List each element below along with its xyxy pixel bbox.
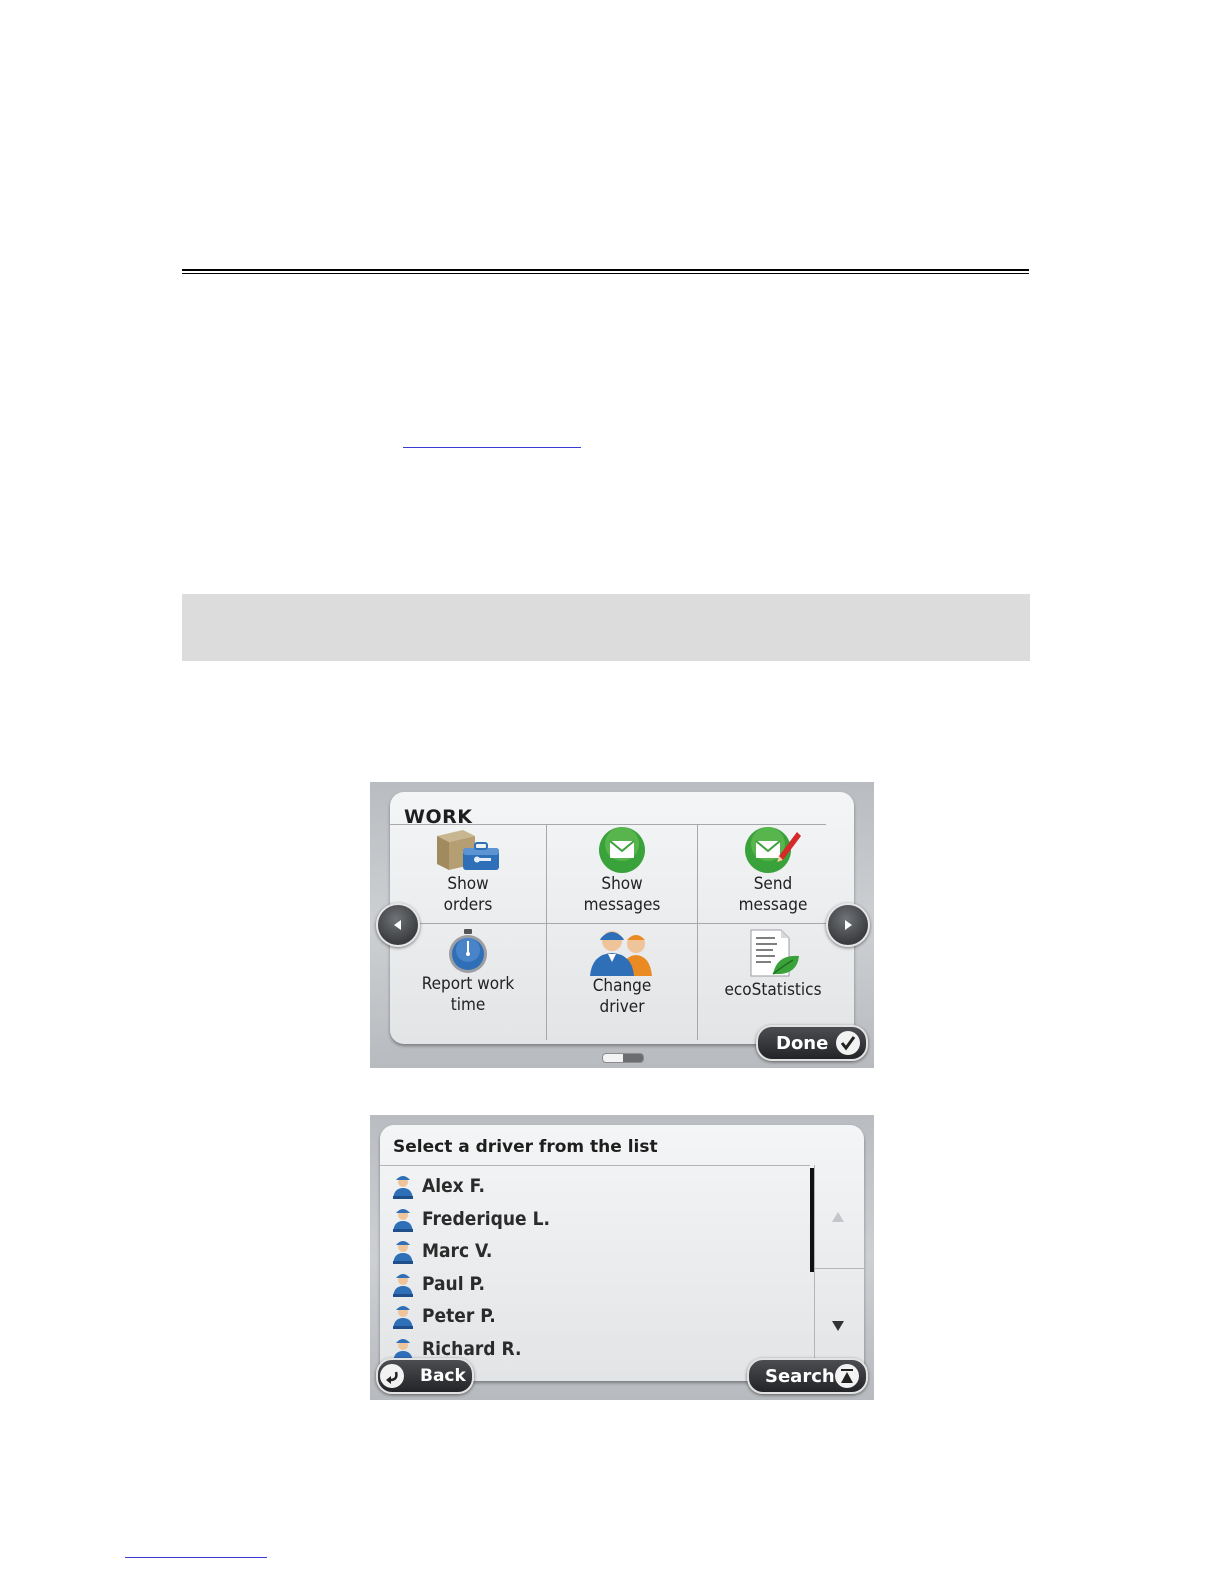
driver-icon: [393, 1274, 413, 1297]
drivers-icon: [590, 931, 652, 976]
tile-show-messages[interactable]: Show messages: [547, 826, 697, 922]
tile-eco-statistics[interactable]: ecoStatistics: [698, 928, 848, 1040]
driver-row[interactable]: Frederique L.: [390, 1204, 550, 1234]
footer-link-underline[interactable]: [125, 1557, 267, 1558]
grid-middle-line: [390, 923, 826, 924]
title-separator: [380, 1165, 810, 1166]
envelope-icon: [599, 827, 645, 873]
scroll-column: [814, 1165, 865, 1381]
tile-label: Show messages: [583, 874, 661, 915]
arrow-right-icon: [845, 920, 852, 930]
search-button[interactable]: Search: [747, 1358, 868, 1394]
tile-report-work-time[interactable]: Report work time: [390, 928, 546, 1040]
next-page-button[interactable]: [826, 903, 870, 947]
driver-list-screenshot: Select a driver from the list Alex F. Fr…: [370, 1115, 874, 1400]
tile-show-orders[interactable]: Show orders: [390, 826, 546, 922]
work-menu-screenshot: WORK Show orders Show messages Send mess…: [370, 782, 874, 1068]
scroll-down-arrow-icon[interactable]: [831, 1320, 845, 1332]
header-rule: [182, 269, 1029, 271]
driver-list-title: Select a driver from the list: [393, 1137, 658, 1157]
driver-name: Peter P.: [422, 1305, 496, 1327]
driver-icon: [393, 1241, 413, 1264]
driver-icon: [393, 1306, 413, 1329]
driver-row[interactable]: Marc V.: [390, 1236, 492, 1266]
driver-row[interactable]: Peter P.: [390, 1301, 496, 1331]
driver-list-panel: Select a driver from the list Alex F. Fr…: [380, 1125, 864, 1381]
scroll-up-arrow-icon[interactable]: [831, 1211, 845, 1223]
previous-page-button[interactable]: [376, 903, 420, 947]
tile-label: Change driver: [592, 976, 652, 1017]
scrollbar-thumb[interactable]: [810, 1168, 814, 1272]
driver-name: Paul P.: [422, 1273, 486, 1295]
back-arrow-icon: [380, 1364, 404, 1388]
driver-icon: [393, 1176, 413, 1199]
driver-name: Richard R.: [422, 1338, 522, 1360]
checkmark-icon: [836, 1031, 860, 1055]
driver-name: Alex F.: [422, 1175, 486, 1197]
scroll-divider: [815, 1268, 864, 1269]
driver-row[interactable]: Paul P.: [390, 1269, 485, 1299]
search-label: Search: [765, 1365, 835, 1387]
done-label: Done: [776, 1032, 829, 1054]
eco-statistics-icon: [750, 929, 799, 977]
work-menu-grid: Show orders Show messages Send message R…: [390, 824, 854, 1044]
driver-name: Frederique L.: [422, 1208, 550, 1230]
done-button[interactable]: Done: [756, 1025, 868, 1061]
tile-change-driver[interactable]: Change driver: [547, 926, 697, 1040]
send-message-icon: [745, 827, 801, 873]
tile-label: Send message: [738, 874, 808, 915]
driver-icon: [393, 1209, 413, 1232]
tile-label: ecoStatistics: [724, 980, 822, 1000]
header-rule-thin: [182, 273, 1029, 274]
tile-label: Report work time: [421, 974, 515, 1015]
work-menu-panel: WORK Show orders Show messages Send mess…: [390, 792, 854, 1044]
stopwatch-icon: [449, 929, 487, 973]
orders-box-icon: [437, 830, 499, 870]
back-label: Back: [420, 1366, 466, 1386]
page-indicator: [602, 1053, 644, 1063]
back-button[interactable]: Back: [376, 1358, 474, 1394]
keyboard-up-icon: [835, 1364, 859, 1388]
note-band: [182, 594, 1030, 661]
tile-label: Show orders: [443, 874, 493, 915]
tile-send-message[interactable]: Send message: [698, 826, 848, 922]
driver-name: Marc V.: [422, 1240, 493, 1262]
driver-row[interactable]: Alex F.: [390, 1171, 485, 1201]
grid-top-line: [390, 824, 826, 825]
hyperlink-underline[interactable]: [403, 447, 581, 448]
arrow-left-icon: [394, 920, 401, 930]
